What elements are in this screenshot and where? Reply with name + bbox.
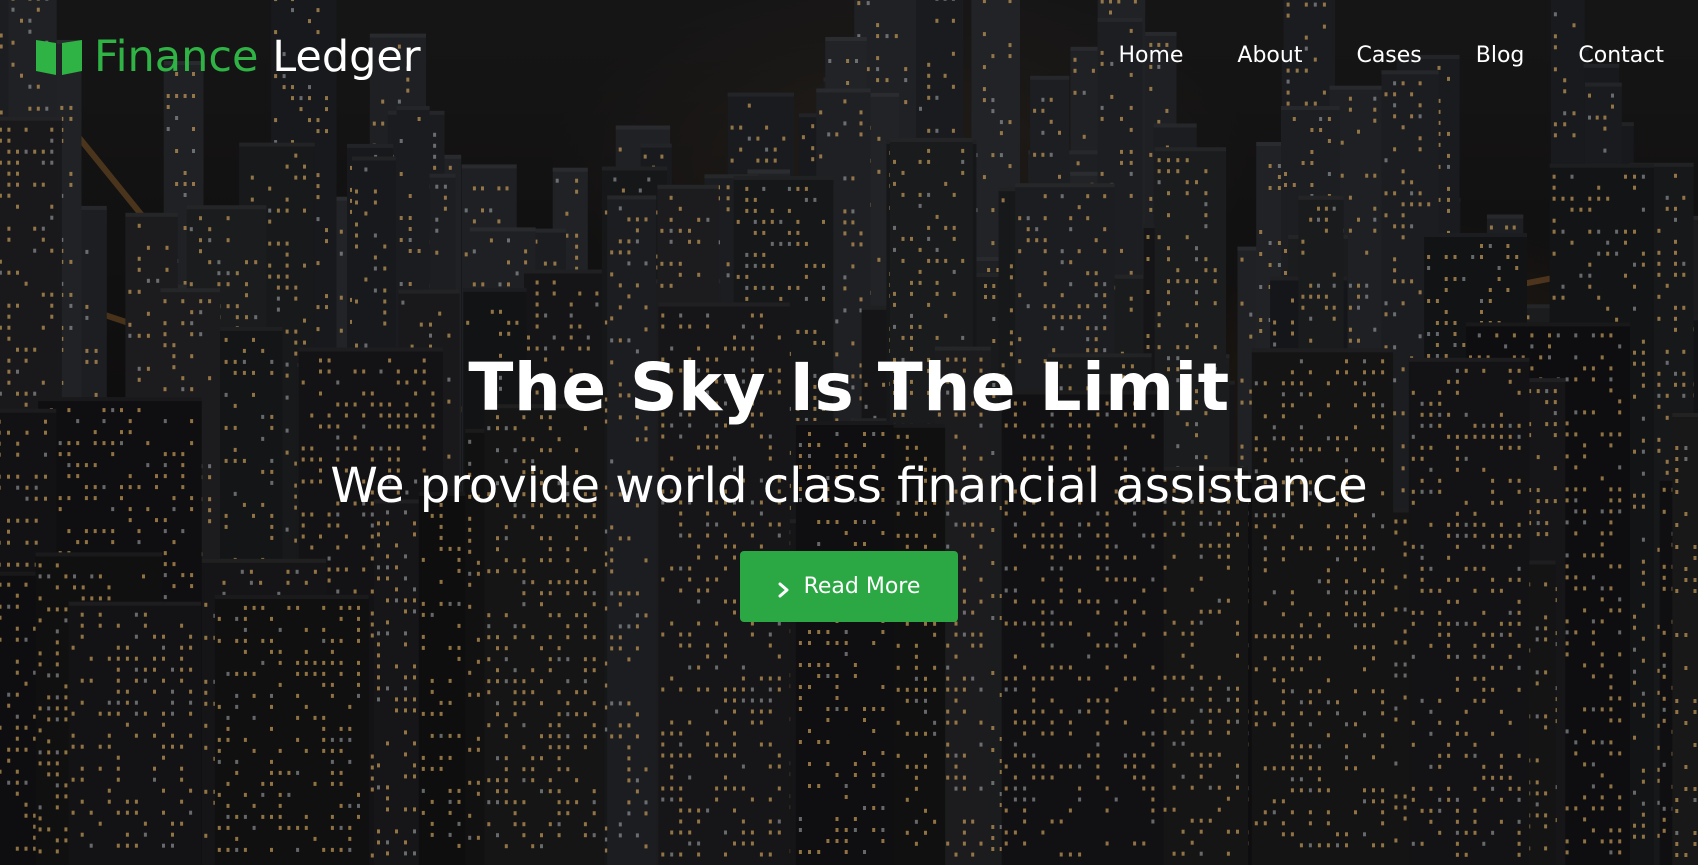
read-more-button[interactable]: Read More bbox=[740, 551, 958, 622]
read-more-label: Read More bbox=[804, 574, 921, 599]
main-nav: Home About Cases Blog Contact bbox=[1118, 42, 1664, 70]
brand-logo[interactable]: Finance Ledger bbox=[34, 32, 421, 82]
hero-title: The Sky Is The Limit bbox=[0, 350, 1698, 426]
nav-link-about[interactable]: About bbox=[1237, 42, 1302, 70]
brand-name-rest: Ledger bbox=[272, 32, 420, 82]
chevron-right-icon bbox=[778, 579, 790, 597]
hero-section: Finance Ledger Home About Cases Blog Con… bbox=[0, 0, 1698, 865]
nav-link-blog[interactable]: Blog bbox=[1476, 42, 1525, 70]
nav-link-cases[interactable]: Cases bbox=[1356, 42, 1421, 70]
open-book-icon bbox=[34, 37, 84, 77]
nav-link-contact[interactable]: Contact bbox=[1578, 42, 1664, 70]
brand-name-accent: Finance bbox=[94, 32, 259, 82]
dark-overlay bbox=[0, 0, 1698, 865]
nav-link-home[interactable]: Home bbox=[1118, 42, 1183, 70]
hero-subtitle: We provide world class financial assista… bbox=[0, 456, 1698, 516]
